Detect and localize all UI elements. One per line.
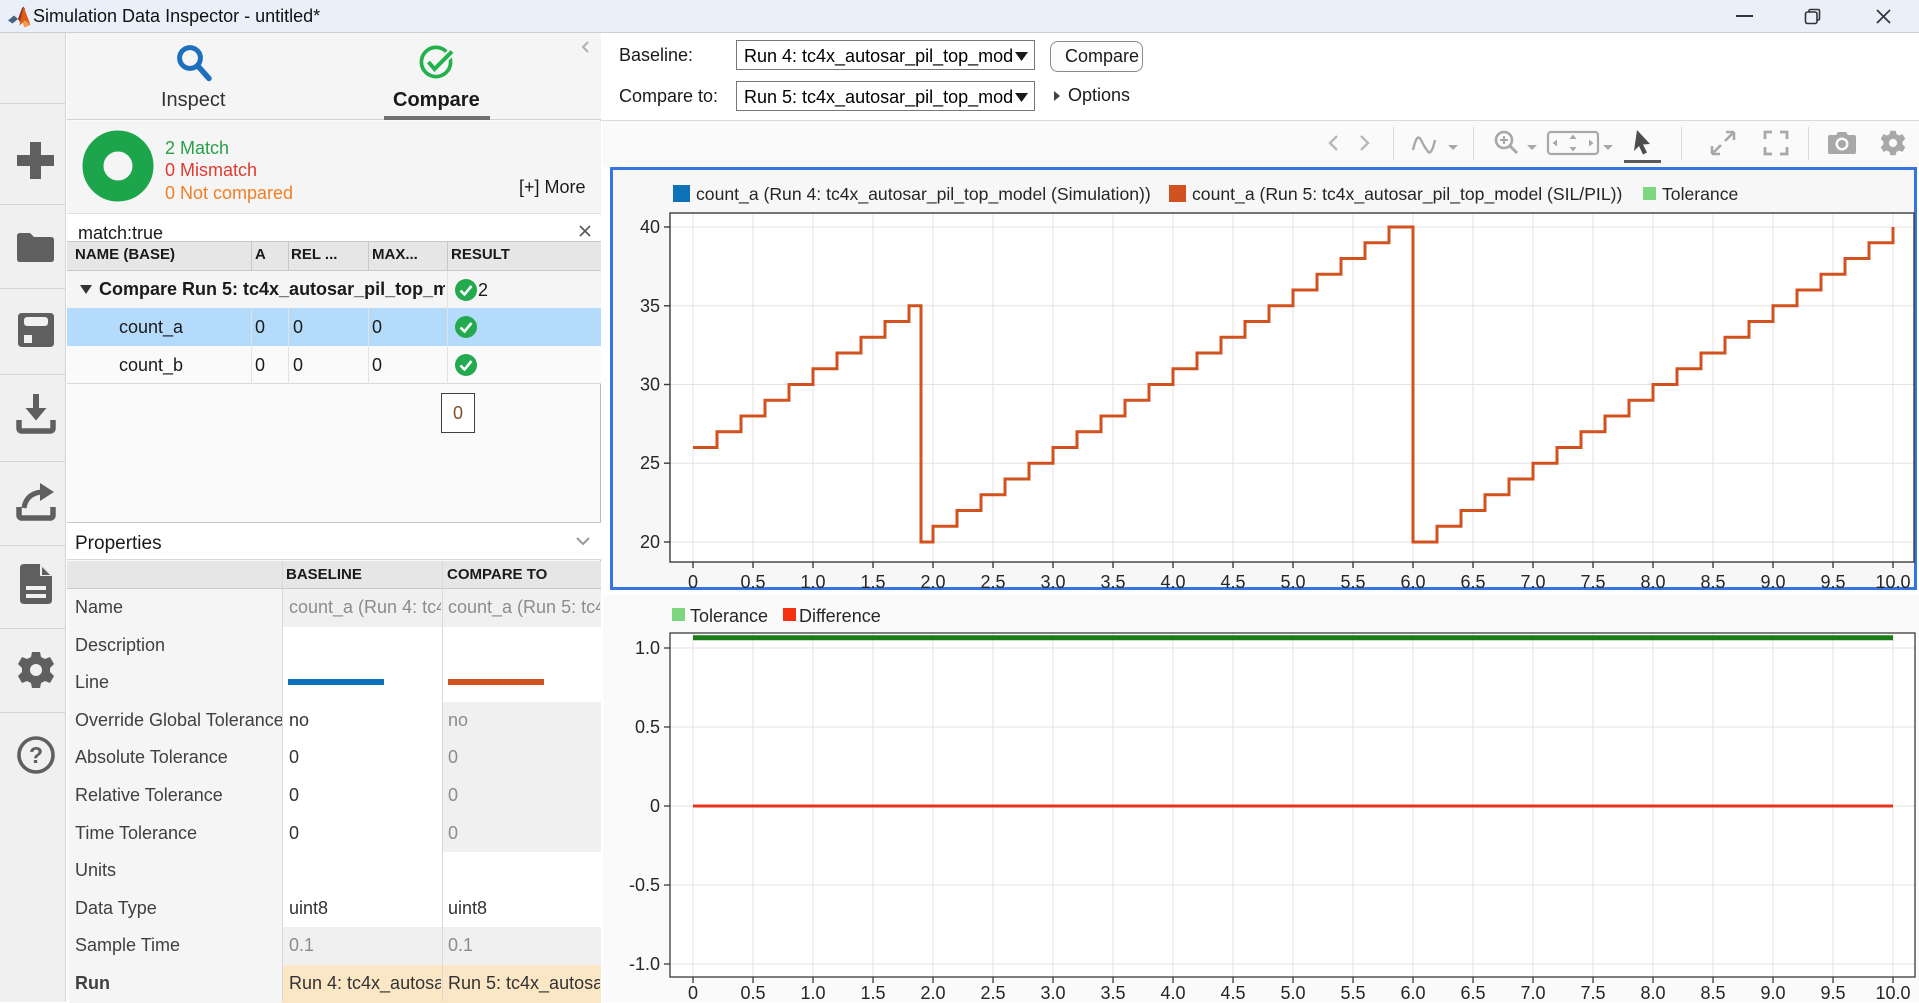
svg-text:9.0: 9.0 (1760, 572, 1785, 590)
svg-text:10.0: 10.0 (1875, 572, 1910, 590)
svg-text:count_a (Run 5: tc4x_autosar_p: count_a (Run 5: tc4x_autosar_pil_top_mod… (1192, 184, 1622, 205)
svg-text:2.5: 2.5 (980, 572, 1005, 590)
svg-text:0: 0 (688, 983, 698, 1002)
svg-text:2.0: 2.0 (920, 572, 945, 590)
svg-text:25: 25 (640, 453, 660, 473)
svg-text:9.0: 9.0 (1760, 983, 1785, 1002)
svg-text:4.5: 4.5 (1220, 572, 1245, 590)
svg-text:40: 40 (640, 217, 660, 237)
svg-text:Tolerance: Tolerance (690, 606, 768, 626)
svg-text:6.0: 6.0 (1400, 983, 1425, 1002)
svg-text:Difference: Difference (799, 606, 881, 626)
svg-text:Tolerance: Tolerance (1662, 184, 1738, 204)
svg-text:0: 0 (688, 572, 698, 590)
svg-text:count_a (Run 4: tc4x_autosar_p: count_a (Run 4: tc4x_autosar_pil_top_mod… (696, 184, 1151, 205)
svg-text:5.5: 5.5 (1340, 983, 1365, 1002)
svg-text:0.5: 0.5 (635, 717, 660, 737)
svg-text:4.0: 4.0 (1160, 572, 1185, 590)
svg-text:4.5: 4.5 (1220, 983, 1245, 1002)
svg-text:-1.0: -1.0 (629, 954, 660, 974)
svg-text:3.0: 3.0 (1040, 983, 1065, 1002)
svg-text:7.5: 7.5 (1580, 572, 1605, 590)
svg-text:3.5: 3.5 (1100, 983, 1125, 1002)
svg-text:6.5: 6.5 (1460, 983, 1485, 1002)
svg-text:3.0: 3.0 (1040, 572, 1065, 590)
svg-text:7.5: 7.5 (1580, 983, 1605, 1002)
svg-text:7.0: 7.0 (1520, 572, 1545, 590)
svg-text:6.0: 6.0 (1400, 572, 1425, 590)
svg-text:1.5: 1.5 (860, 983, 885, 1002)
svg-text:5.0: 5.0 (1280, 572, 1305, 590)
svg-text:6.5: 6.5 (1460, 572, 1485, 590)
svg-text:9.5: 9.5 (1820, 983, 1845, 1002)
svg-text:10.0: 10.0 (1875, 983, 1910, 1002)
svg-text:0: 0 (650, 796, 660, 816)
svg-text:20: 20 (640, 532, 660, 552)
svg-text:-0.5: -0.5 (629, 875, 660, 895)
svg-text:9.5: 9.5 (1820, 572, 1845, 590)
svg-text:3.5: 3.5 (1100, 572, 1125, 590)
svg-text:1.0: 1.0 (800, 572, 825, 590)
svg-text:5.0: 5.0 (1280, 983, 1305, 1002)
svg-text:4.0: 4.0 (1160, 983, 1185, 1002)
svg-text:1.5: 1.5 (860, 572, 885, 590)
svg-text:?: ? (29, 742, 43, 768)
svg-text:7.0: 7.0 (1520, 983, 1545, 1002)
svg-text:0.5: 0.5 (740, 983, 765, 1002)
svg-text:2.5: 2.5 (980, 983, 1005, 1002)
svg-text:1.0: 1.0 (635, 638, 660, 658)
svg-text:8.0: 8.0 (1640, 983, 1665, 1002)
svg-text:8.0: 8.0 (1640, 572, 1665, 590)
svg-text:1.0: 1.0 (800, 983, 825, 1002)
svg-text:8.5: 8.5 (1700, 983, 1725, 1002)
svg-text:5.5: 5.5 (1340, 572, 1365, 590)
svg-text:8.5: 8.5 (1700, 572, 1725, 590)
svg-text:0.5: 0.5 (740, 572, 765, 590)
svg-text:35: 35 (640, 296, 660, 316)
svg-text:30: 30 (640, 375, 660, 395)
svg-text:2.0: 2.0 (920, 983, 945, 1002)
